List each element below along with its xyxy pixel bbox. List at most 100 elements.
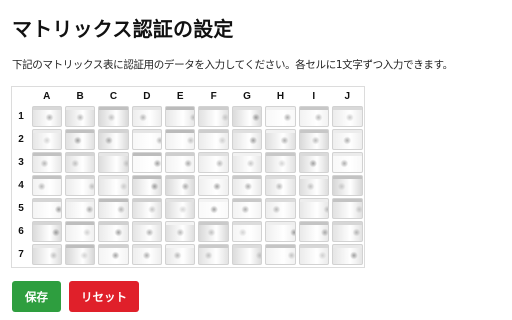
matrix-cell-input[interactable] <box>98 198 129 219</box>
matrix-cell-input[interactable] <box>198 198 229 219</box>
column-header: J <box>344 90 351 102</box>
matrix-cell-input[interactable] <box>231 198 263 219</box>
matrix-cell <box>97 243 130 266</box>
matrix-cell-input[interactable] <box>198 175 229 196</box>
matrix-cell-input[interactable] <box>265 244 296 265</box>
matrix-cell-input[interactable] <box>98 129 129 150</box>
matrix-cell-input[interactable] <box>31 244 62 265</box>
matrix-cell-input[interactable] <box>231 175 263 196</box>
matrix-cell-input[interactable] <box>98 152 129 173</box>
matrix-cell-input[interactable] <box>298 175 330 196</box>
matrix-cell-input[interactable] <box>31 198 62 219</box>
matrix-cell-input[interactable] <box>298 152 330 173</box>
matrix-cell <box>164 105 197 128</box>
matrix-cell-input[interactable] <box>131 129 163 150</box>
matrix-cell-input[interactable] <box>198 221 229 242</box>
matrix-cell-input[interactable] <box>165 198 196 219</box>
matrix-cell <box>63 105 96 128</box>
matrix-cell-input[interactable] <box>165 129 196 150</box>
matrix-cell-input[interactable] <box>265 106 296 127</box>
matrix-cell <box>297 174 330 197</box>
matrix-cell-input[interactable] <box>98 106 129 127</box>
matrix-cell-input[interactable] <box>198 244 229 265</box>
matrix-cell-input[interactable] <box>298 221 330 242</box>
matrix-cell-input[interactable] <box>131 106 163 127</box>
matrix-cell-input[interactable] <box>31 175 62 196</box>
matrix-cell-input[interactable] <box>98 221 129 242</box>
matrix-cell-input[interactable] <box>332 198 363 219</box>
matrix-cell <box>164 151 197 174</box>
matrix-cell-input[interactable] <box>31 106 62 127</box>
matrix-cell-input[interactable] <box>332 244 363 265</box>
matrix-cell-input[interactable] <box>298 129 330 150</box>
matrix-cell-input[interactable] <box>298 198 330 219</box>
matrix-cell-input[interactable] <box>231 244 263 265</box>
matrix-cell-input[interactable] <box>64 198 96 219</box>
matrix-cell-input[interactable] <box>64 244 96 265</box>
matrix-cell-input[interactable] <box>298 106 330 127</box>
matrix-cell <box>130 151 163 174</box>
matrix-cell-input[interactable] <box>231 129 263 150</box>
matrix-cell-input[interactable] <box>165 106 196 127</box>
matrix-cell-input[interactable] <box>265 152 296 173</box>
matrix-cell-input[interactable] <box>31 221 62 242</box>
matrix-cell <box>130 243 163 266</box>
column-header: A <box>43 90 51 102</box>
row-header: 5 <box>18 203 24 214</box>
row-header: 7 <box>18 249 24 260</box>
matrix-cell-input[interactable] <box>64 106 96 127</box>
page-description: 下記のマトリックス表に認証用のデータを入力してください。各セルに1文字ずつ入力で… <box>12 59 453 71</box>
reset-button[interactable]: リセット <box>69 281 139 312</box>
matrix-cell-input[interactable] <box>198 129 229 150</box>
matrix-grid: A B C D E F G H I J 1 2 3 4 5 6 7 <box>11 86 365 268</box>
matrix-cell <box>297 151 330 174</box>
matrix-cell <box>230 197 263 220</box>
matrix-cell-input[interactable] <box>332 129 363 150</box>
matrix-cell <box>97 151 130 174</box>
matrix-row: 1 <box>12 105 364 128</box>
matrix-cell-input[interactable] <box>131 244 163 265</box>
matrix-cell-input[interactable] <box>31 152 62 173</box>
matrix-cell-input[interactable] <box>231 152 263 173</box>
matrix-cell-input[interactable] <box>265 129 296 150</box>
matrix-cell <box>197 151 230 174</box>
column-header: H <box>276 90 285 102</box>
matrix-cell <box>130 197 163 220</box>
matrix-cell-input[interactable] <box>64 175 96 196</box>
matrix-cell-input[interactable] <box>265 198 296 219</box>
matrix-cell-input[interactable] <box>165 244 196 265</box>
matrix-cell <box>331 128 364 151</box>
row-header: 2 <box>18 134 24 145</box>
save-button[interactable]: 保存 <box>12 281 61 312</box>
matrix-cell-input[interactable] <box>98 244 129 265</box>
matrix-cell <box>197 197 230 220</box>
matrix-cell-input[interactable] <box>165 152 196 173</box>
matrix-cell-input[interactable] <box>265 221 296 242</box>
matrix-cell-input[interactable] <box>231 221 263 242</box>
matrix-cell-input[interactable] <box>231 106 263 127</box>
matrix-cell-input[interactable] <box>31 129 62 150</box>
matrix-cell <box>30 220 63 243</box>
matrix-cell-input[interactable] <box>265 175 296 196</box>
matrix-cell-input[interactable] <box>332 152 363 173</box>
row-header: 1 <box>18 111 24 122</box>
matrix-cell-input[interactable] <box>198 152 229 173</box>
matrix-cell-input[interactable] <box>332 106 363 127</box>
matrix-cell-input[interactable] <box>131 198 163 219</box>
matrix-cell-input[interactable] <box>64 152 96 173</box>
row-header: 6 <box>18 226 24 237</box>
matrix-cell-input[interactable] <box>198 106 229 127</box>
matrix-cell-input[interactable] <box>165 175 196 196</box>
matrix-cell-input[interactable] <box>131 175 163 196</box>
matrix-cell-input[interactable] <box>332 175 363 196</box>
matrix-cell-input[interactable] <box>332 221 363 242</box>
matrix-cell-input[interactable] <box>98 175 129 196</box>
matrix-cell-input[interactable] <box>131 152 163 173</box>
matrix-cell-input[interactable] <box>165 221 196 242</box>
column-header: B <box>76 90 84 102</box>
matrix-cell <box>331 197 364 220</box>
matrix-cell-input[interactable] <box>64 129 96 150</box>
matrix-cell-input[interactable] <box>298 244 330 265</box>
matrix-cell-input[interactable] <box>131 221 163 242</box>
matrix-cell-input[interactable] <box>64 221 96 242</box>
